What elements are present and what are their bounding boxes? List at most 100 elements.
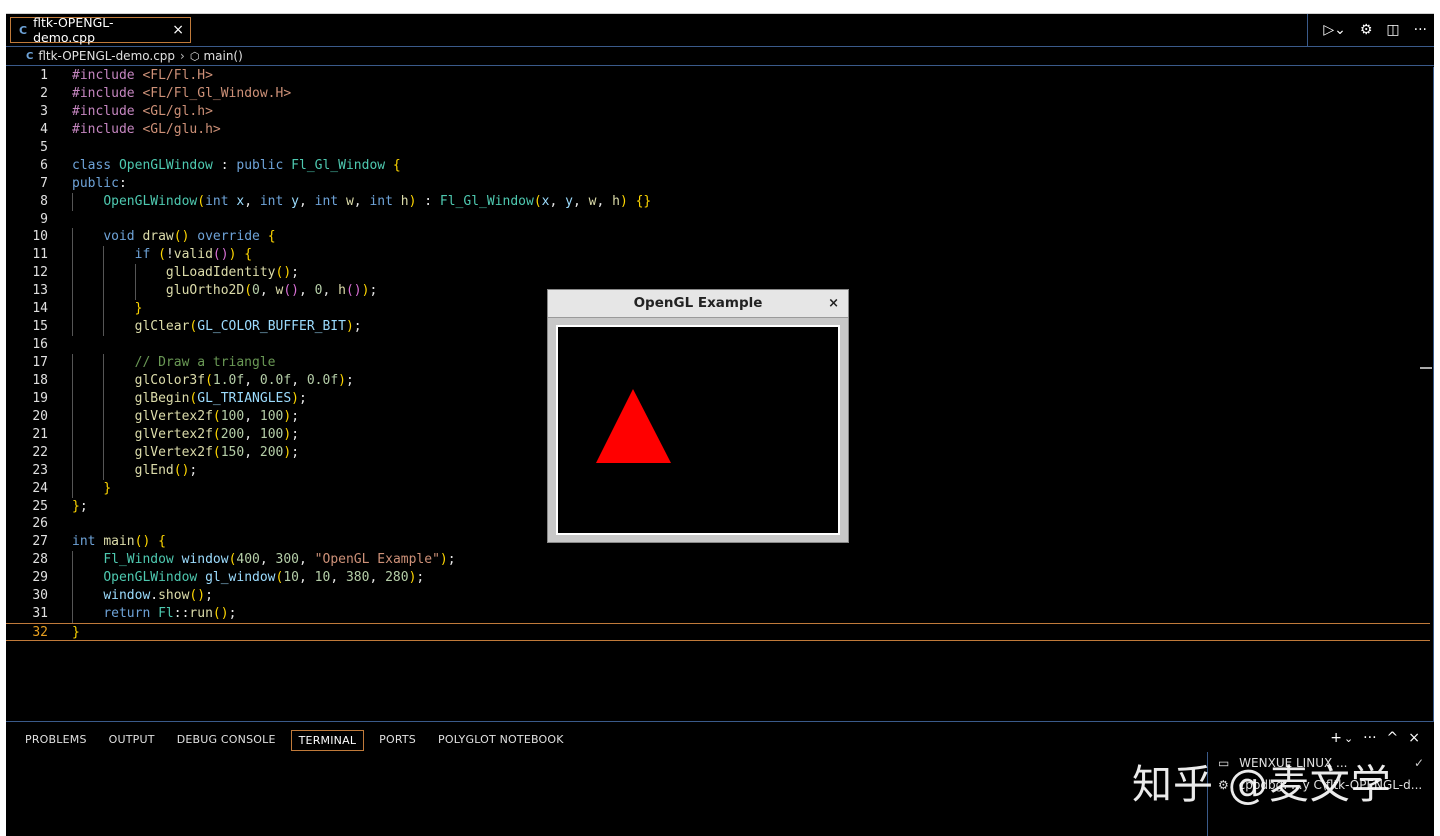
code-text: void draw() override { xyxy=(103,229,276,245)
code-line[interactable]: 10 void draw() override { xyxy=(6,228,1430,247)
panel-tab-terminal[interactable]: TERMINAL xyxy=(290,730,365,751)
line-number: 7 xyxy=(40,175,48,191)
breadcrumb-symbol[interactable]: main() xyxy=(203,49,242,63)
code-line[interactable]: 12 glLoadIdentity(); xyxy=(6,264,1430,283)
code-line[interactable]: 3 #include <GL/gl.h> xyxy=(6,103,1430,121)
line-number: 28 xyxy=(32,552,48,568)
chevron-right-icon: › xyxy=(180,49,185,63)
panel-tab-problems[interactable]: PROBLEMS xyxy=(18,730,94,751)
line-number: 27 xyxy=(32,534,48,550)
code-text: glVertex2f(100, 100); xyxy=(134,408,300,424)
red-triangle xyxy=(596,389,671,463)
more-icon[interactable]: ··· xyxy=(1363,730,1376,746)
code-text: OpenGLWindow gl_window(10, 10, 380, 280)… xyxy=(103,570,425,586)
code-line[interactable]: 4 #include <GL/glu.h> xyxy=(6,121,1430,139)
code-text: public: xyxy=(72,175,127,191)
line-number: 16 xyxy=(32,337,48,353)
line-number: 24 xyxy=(32,480,48,496)
code-line[interactable]: 8 OpenGLWindow(int x, int y, int w, int … xyxy=(6,192,1430,211)
line-number: 3 xyxy=(40,103,48,119)
line-number: 11 xyxy=(32,247,48,263)
line-number: 30 xyxy=(32,588,48,604)
code-line[interactable]: 28 Fl_Window window(400, 300, "OpenGL Ex… xyxy=(6,551,1430,570)
editor-tab-label: fltk-OPENGL-demo.cpp xyxy=(33,15,114,45)
gl-canvas[interactable] xyxy=(556,325,840,535)
line-number: 15 xyxy=(32,319,48,335)
code-text: #include <FL/Fl.H> xyxy=(72,68,213,83)
opengl-window-title: OpenGL Example xyxy=(633,295,763,311)
cpp-file-icon: C xyxy=(26,50,34,62)
code-text: }; xyxy=(72,498,88,514)
opengl-window: OpenGL Example × xyxy=(547,289,849,543)
editor-scrollbar-edge xyxy=(1433,67,1434,722)
line-number: 25 xyxy=(32,498,48,514)
code-line[interactable]: 30 window.show(); xyxy=(6,587,1430,606)
editor-tab[interactable]: C fltk-OPENGL-demo.cpp × xyxy=(10,15,191,45)
code-text: } xyxy=(134,301,143,317)
code-text: #include <FL/Fl_Gl_Window.H> xyxy=(72,85,292,101)
line-number: 19 xyxy=(32,390,48,406)
code-text: return Fl::run(); xyxy=(103,606,237,622)
code-text: // Draw a triangle xyxy=(72,355,276,370)
code-text: #include <GL/glu.h> xyxy=(72,121,221,137)
line-number: 1 xyxy=(40,68,48,83)
line-number: 12 xyxy=(32,265,48,281)
code-text: glColor3f(1.0f, 0.0f, 0.0f); xyxy=(134,372,354,388)
close-icon[interactable]: × xyxy=(172,22,184,38)
code-line[interactable]: 5 xyxy=(6,139,1430,157)
gear-icon[interactable]: ⚙ xyxy=(1360,22,1373,38)
code-text: glBegin(GL_TRIANGLES); xyxy=(134,390,307,406)
code-text: gluOrtho2D(0, w(), 0, h()); xyxy=(165,283,378,299)
code-line[interactable]: 31 return Fl::run(); xyxy=(6,605,1430,624)
code-line[interactable]: 7 public: xyxy=(6,175,1430,193)
code-text: glClear(GL_COLOR_BUFFER_BIT); xyxy=(134,319,362,335)
code-text: OpenGLWindow(int x, int y, int w, int h)… xyxy=(103,193,652,209)
code-text: glEnd(); xyxy=(134,462,198,478)
code-text: class OpenGLWindow : public Fl_Gl_Window… xyxy=(72,157,401,173)
code-line[interactable]: 32} xyxy=(6,623,1430,641)
line-number: 32 xyxy=(32,625,48,641)
line-number: 5 xyxy=(40,139,48,155)
code-text: } xyxy=(72,625,80,641)
line-number: 29 xyxy=(32,570,48,586)
line-number: 9 xyxy=(40,211,48,227)
line-number: 8 xyxy=(40,193,48,209)
breadcrumb-file[interactable]: fltk-OPENGL-demo.cpp xyxy=(38,49,175,63)
panel-tab-ports[interactable]: PORTS xyxy=(372,730,423,751)
code-text: glVertex2f(150, 200); xyxy=(134,444,300,460)
line-number: 6 xyxy=(40,157,48,173)
code-line[interactable]: 2 #include <FL/Fl_Gl_Window.H> xyxy=(6,85,1430,103)
opengl-window-titlebar[interactable]: OpenGL Example × xyxy=(548,290,848,318)
cpp-file-icon: C xyxy=(19,23,28,37)
gl-drawing xyxy=(596,389,671,463)
panel-tabs: PROBLEMS OUTPUT DEBUG CONSOLE TERMINAL PORTS… xyxy=(18,730,579,751)
line-number: 10 xyxy=(32,229,48,245)
line-number: 4 xyxy=(40,121,48,137)
chevron-down-icon[interactable]: ⌄ xyxy=(1344,732,1353,745)
code-line[interactable]: 11 if (!valid()) { xyxy=(6,246,1430,265)
add-terminal-icon[interactable]: + xyxy=(1330,730,1342,746)
run-debug-icon[interactable]: ▷⌄ xyxy=(1323,22,1346,38)
code-text: #include <GL/gl.h> xyxy=(72,103,213,119)
maximize-panel-icon[interactable]: ^ xyxy=(1387,730,1399,746)
editor-tab-bar: C fltk-OPENGL-demo.cpp × ▷⌄ ⚙ ◫ ··· xyxy=(6,14,1434,47)
code-text: if (!valid()) { xyxy=(134,247,253,263)
split-editor-icon[interactable]: ◫ xyxy=(1386,22,1399,38)
code-line[interactable]: 1 #include <FL/Fl.H> xyxy=(6,67,1430,85)
watermark: 知乎 @麦文学 xyxy=(1132,762,1392,808)
close-icon[interactable]: × xyxy=(828,290,839,317)
panel-tab-polyglot-notebook[interactable]: POLYGLOT NOTEBOOK xyxy=(431,730,571,751)
panel-actions: + ⌄ ··· ^ × xyxy=(1320,730,1420,746)
close-panel-icon[interactable]: × xyxy=(1408,730,1420,746)
line-number: 21 xyxy=(32,426,48,442)
line-number: 31 xyxy=(32,606,48,622)
panel-tab-debug-console[interactable]: DEBUG CONSOLE xyxy=(170,730,283,751)
code-line[interactable]: 6 class OpenGLWindow : public Fl_Gl_Windo… xyxy=(6,157,1430,175)
scrollbar-marker[interactable] xyxy=(1420,367,1432,369)
line-number: 18 xyxy=(32,372,48,388)
panel-tab-output[interactable]: OUTPUT xyxy=(102,730,162,751)
more-actions-icon[interactable]: ··· xyxy=(1414,22,1427,38)
code-line[interactable]: 9 xyxy=(6,211,1430,229)
code-text: Fl_Window window(400, 300, "OpenGL Examp… xyxy=(103,552,456,568)
code-line[interactable]: 29 OpenGLWindow gl_window(10, 10, 380, 2… xyxy=(6,569,1430,588)
